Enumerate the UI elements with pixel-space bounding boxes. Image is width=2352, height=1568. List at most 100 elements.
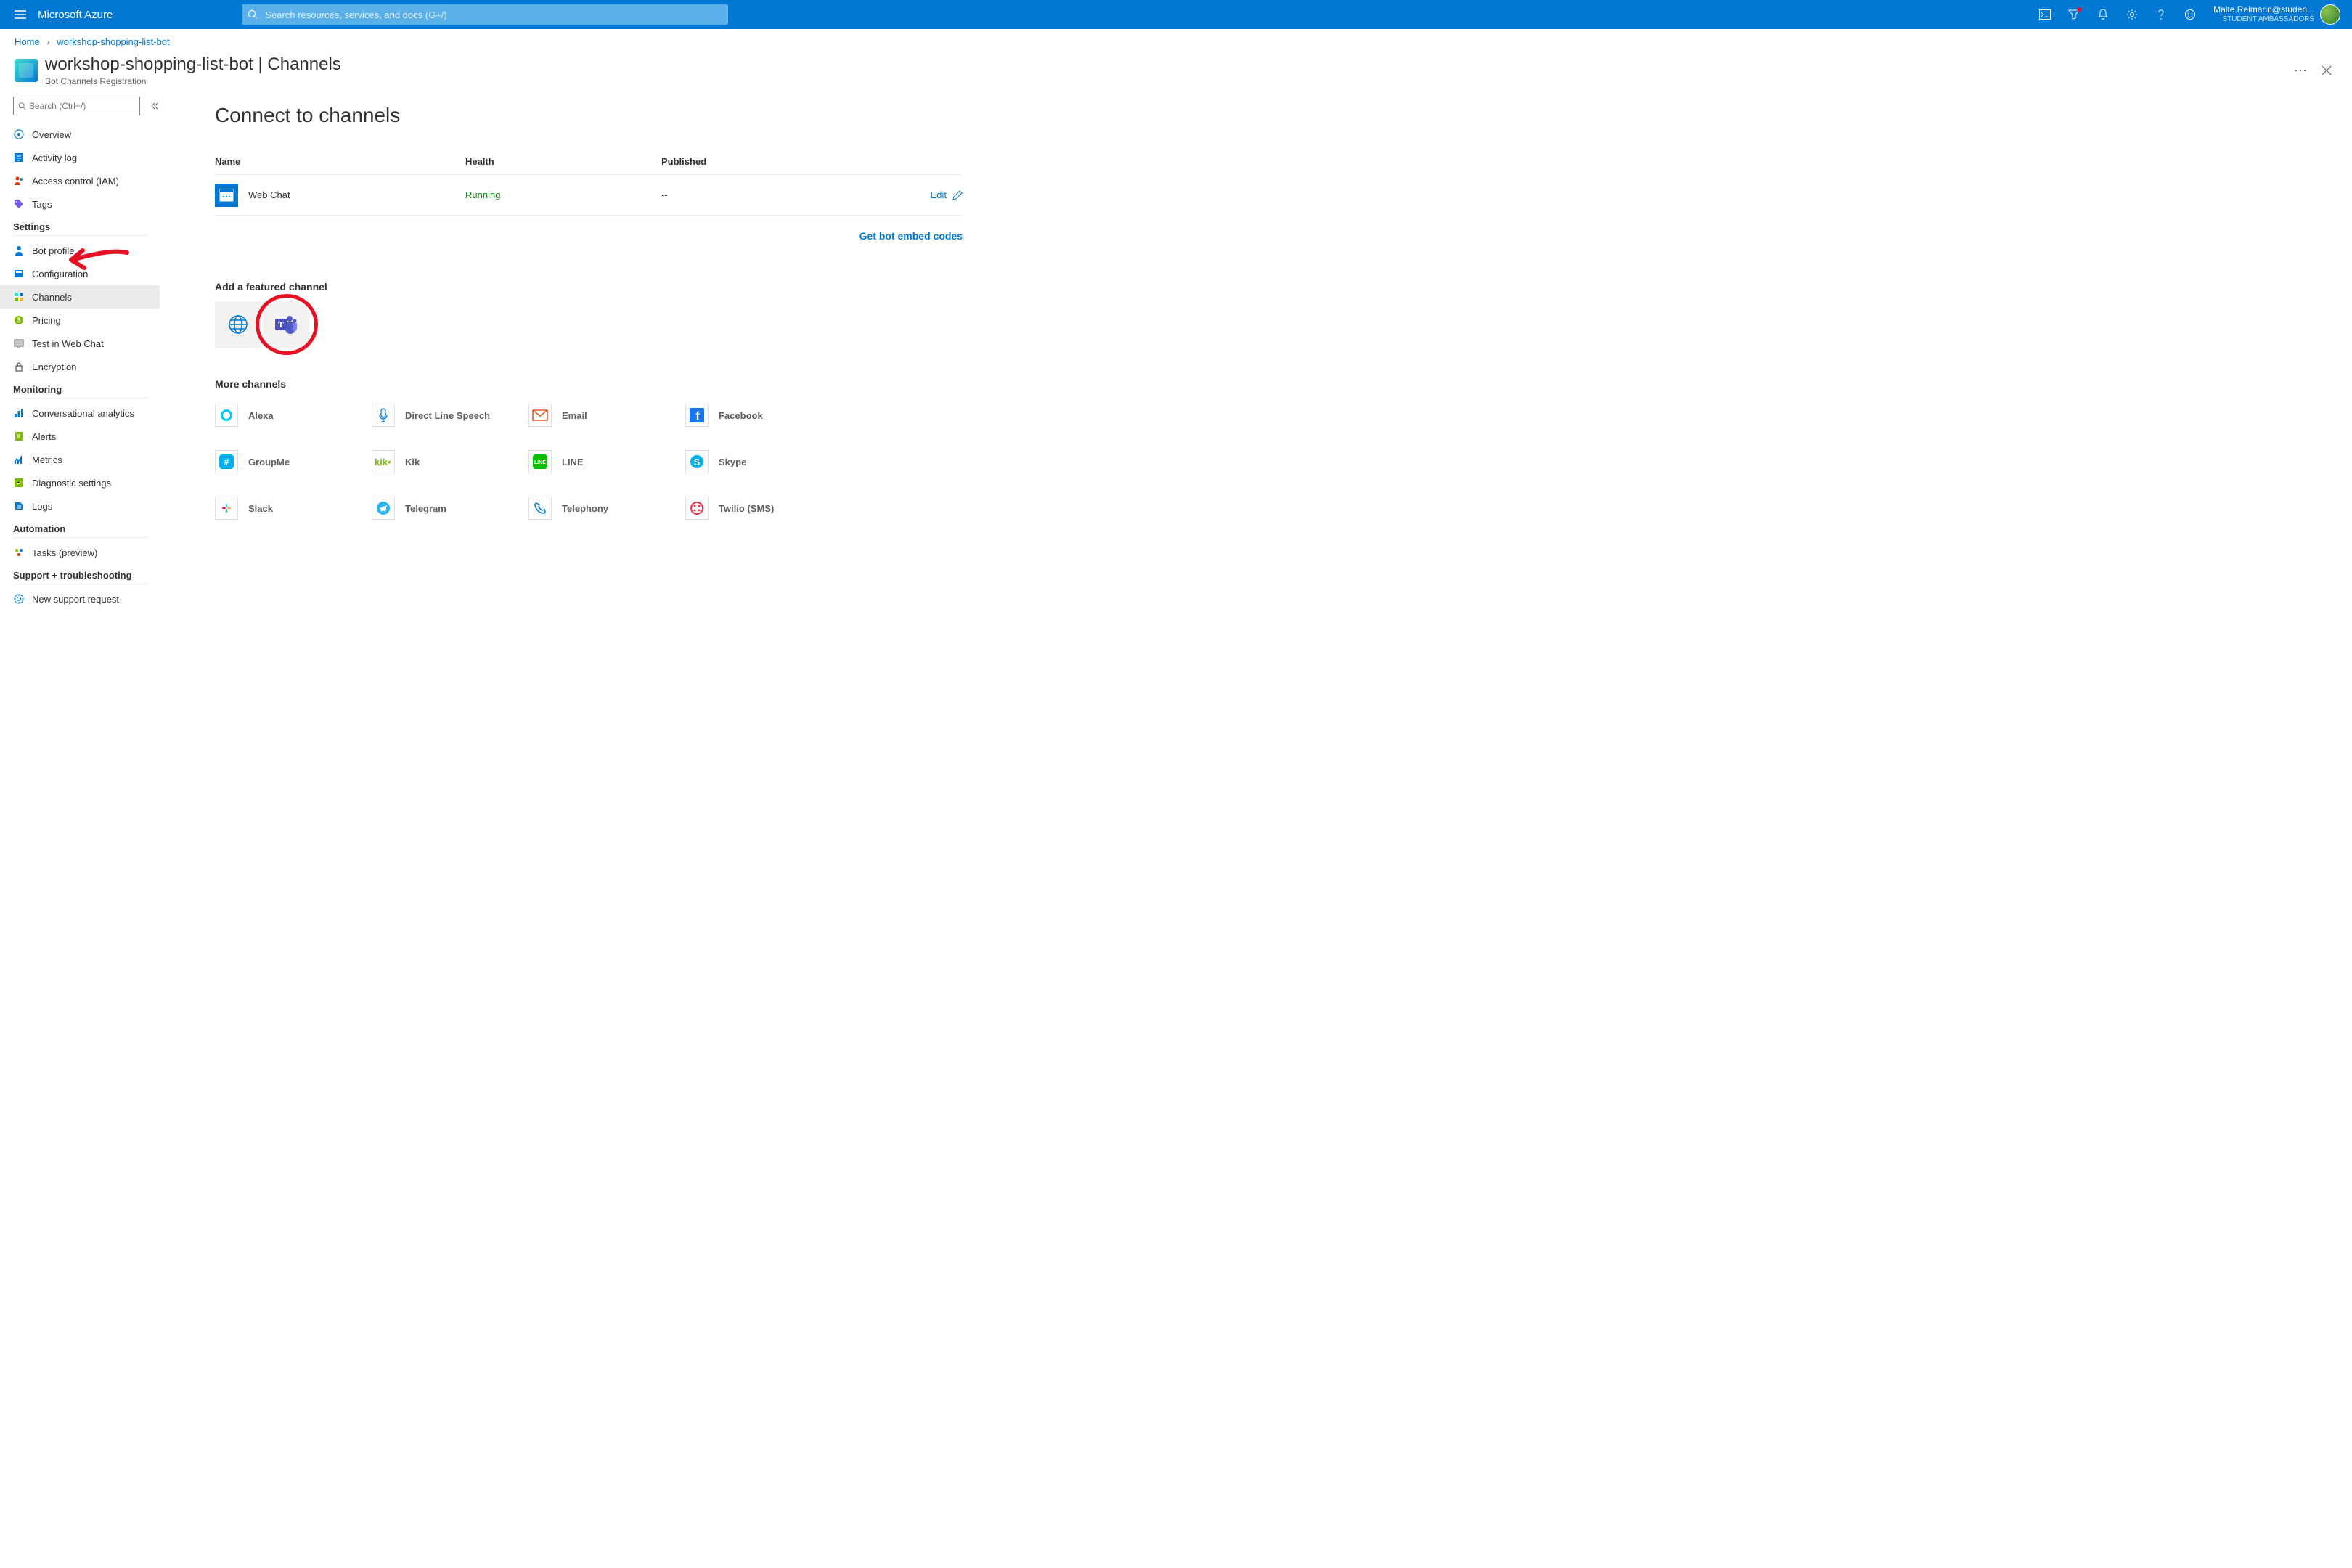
hamburger-menu[interactable] bbox=[6, 0, 35, 29]
sidebar-item-label: Encryption bbox=[32, 362, 76, 372]
sidebar-item-label: Configuration bbox=[32, 269, 88, 279]
breadcrumb-current[interactable]: workshop-shopping-list-bot bbox=[57, 36, 169, 47]
tasks-preview--icon bbox=[13, 547, 25, 558]
close-icon bbox=[2322, 65, 2332, 75]
sidebar-item-channels[interactable]: Channels bbox=[0, 285, 160, 309]
channel-twilio-sms-[interactable]: Twilio (SMS) bbox=[685, 491, 842, 525]
channel-email[interactable]: Email bbox=[528, 399, 685, 432]
sidebar-item-metrics[interactable]: Metrics bbox=[13, 448, 160, 471]
slack-icon bbox=[215, 497, 238, 520]
edit-channel-button[interactable]: Edit bbox=[923, 189, 963, 200]
help-button[interactable] bbox=[2147, 0, 2176, 29]
channel-slack[interactable]: Slack bbox=[215, 491, 372, 525]
chevron-double-left-icon bbox=[150, 102, 159, 110]
featured-teams-button[interactable]: T bbox=[263, 301, 309, 348]
brand-label[interactable]: Microsoft Azure bbox=[35, 9, 118, 21]
telegram-icon bbox=[372, 497, 395, 520]
sidebar-item-label: Test in Web Chat bbox=[32, 338, 104, 349]
sidebar-item-encryption[interactable]: Encryption bbox=[13, 355, 160, 378]
sidebar-item-tags[interactable]: Tags bbox=[13, 192, 160, 216]
column-header-published: Published bbox=[661, 156, 923, 167]
resource-icon bbox=[15, 59, 38, 82]
channel-label: Kik bbox=[405, 457, 420, 467]
hamburger-icon bbox=[15, 10, 26, 19]
channel-label: GroupMe bbox=[248, 457, 290, 467]
channel-label: Facebook bbox=[719, 410, 763, 421]
email-icon bbox=[528, 404, 552, 427]
cloud-shell-button[interactable] bbox=[2030, 0, 2059, 29]
table-row: Web Chat Running -- Edit bbox=[215, 175, 963, 216]
close-blade-button[interactable] bbox=[2316, 65, 2337, 75]
sidebar-item-new-support-request[interactable]: New support request bbox=[13, 587, 160, 611]
sidebar-item-label: New support request bbox=[32, 594, 119, 605]
sidebar-item-label: Activity log bbox=[32, 152, 77, 163]
channel-alexa[interactable]: Alexa bbox=[215, 399, 372, 432]
feedback-button[interactable] bbox=[2176, 0, 2205, 29]
cloud-shell-icon bbox=[2039, 9, 2051, 20]
sidebar-item-activity-log[interactable]: Activity log bbox=[13, 146, 160, 169]
user-menu[interactable]: Malte.Reimann@studen... STUDENT AMBASSAD… bbox=[2205, 4, 2346, 25]
sidebar-group-header: Monitoring bbox=[13, 378, 148, 399]
channel-facebook[interactable]: f Facebook bbox=[685, 399, 842, 432]
sidebar-item-label: Alerts bbox=[32, 431, 56, 442]
channel-telegram[interactable]: Telegram bbox=[372, 491, 528, 525]
collapse-sidebar-button[interactable] bbox=[150, 102, 159, 110]
breadcrumb-home[interactable]: Home bbox=[15, 36, 40, 47]
channel-published: -- bbox=[661, 189, 923, 200]
webchat-icon bbox=[215, 184, 238, 207]
sidebar-item-overview[interactable]: Overview bbox=[13, 123, 160, 146]
channel-kik[interactable]: kik• Kik bbox=[372, 445, 528, 478]
sidebar-item-pricing[interactable]: $ Pricing bbox=[13, 309, 160, 332]
sidebar-search[interactable] bbox=[13, 97, 140, 115]
sidebar-item-alerts[interactable]: Alerts bbox=[13, 425, 160, 448]
user-name: Malte.Reimann@studen... bbox=[2213, 5, 2314, 15]
avatar bbox=[2320, 4, 2340, 25]
svg-text:LINE: LINE bbox=[534, 460, 546, 465]
channel-line[interactable]: LINE LINE bbox=[528, 445, 685, 478]
sidebar-item-configuration[interactable]: Configuration bbox=[13, 262, 160, 285]
sidebar-item-label: Access control (IAM) bbox=[32, 176, 119, 187]
channel-health: Running bbox=[465, 189, 661, 200]
sidebar-item-logs[interactable]: Logs bbox=[13, 494, 160, 518]
channel-groupme[interactable]: # GroupMe bbox=[215, 445, 372, 478]
telephony-icon bbox=[528, 497, 552, 520]
sidebar-item-bot-profile[interactable]: Bot profile bbox=[13, 239, 160, 262]
alexa-icon bbox=[215, 404, 238, 427]
direct-line-speech-icon bbox=[372, 404, 395, 427]
sidebar-item-tasks-preview-[interactable]: Tasks (preview) bbox=[13, 541, 160, 564]
more-actions-button[interactable]: ⋯ bbox=[2285, 63, 2316, 78]
settings-button[interactable] bbox=[2118, 0, 2147, 29]
featured-directline-button[interactable] bbox=[215, 301, 261, 348]
channel-name[interactable]: Web Chat bbox=[248, 189, 290, 200]
page-subtitle: Bot Channels Registration bbox=[45, 76, 2285, 86]
sidebar-item-label: Diagnostic settings bbox=[32, 478, 111, 489]
pricing-icon: $ bbox=[13, 314, 25, 326]
topbar-icons bbox=[2030, 0, 2205, 29]
sidebar-search-input[interactable] bbox=[29, 101, 135, 111]
channel-direct-line-speech[interactable]: Direct Line Speech bbox=[372, 399, 528, 432]
diagnostic-settings-icon bbox=[13, 477, 25, 489]
overview-icon bbox=[13, 128, 25, 140]
sidebar-group-header: Support + troubleshooting bbox=[13, 564, 148, 584]
sidebar-item-diagnostic-settings[interactable]: Diagnostic settings bbox=[13, 471, 160, 494]
sidebar-item-conversational-analytics[interactable]: Conversational analytics bbox=[13, 401, 160, 425]
global-search-input[interactable] bbox=[265, 9, 721, 20]
content-pane: Connect to channels Name Health Publishe… bbox=[160, 91, 2352, 611]
directory-filter-button[interactable] bbox=[2059, 0, 2088, 29]
get-embed-codes-link[interactable]: Get bot embed codes bbox=[859, 230, 963, 242]
help-icon bbox=[2156, 9, 2166, 20]
global-search[interactable] bbox=[242, 4, 728, 25]
sidebar-item-label: Pricing bbox=[32, 315, 61, 326]
notifications-button[interactable] bbox=[2088, 0, 2118, 29]
channel-label: Telephony bbox=[562, 503, 608, 514]
sidebar-item-label: Channels bbox=[32, 292, 72, 303]
line-icon: LINE bbox=[528, 450, 552, 473]
channel-telephony[interactable]: Telephony bbox=[528, 491, 685, 525]
sidebar-item-access-control-iam-[interactable]: Access control (IAM) bbox=[13, 169, 160, 192]
channel-skype[interactable]: S Skype bbox=[685, 445, 842, 478]
sidebar-item-test-in-web-chat[interactable]: Test in Web Chat bbox=[13, 332, 160, 355]
breadcrumb: Home › workshop-shopping-list-bot bbox=[0, 29, 2352, 54]
conversational-analytics-icon bbox=[13, 407, 25, 419]
teams-icon: T bbox=[274, 313, 298, 336]
groupme-icon: # bbox=[215, 450, 238, 473]
